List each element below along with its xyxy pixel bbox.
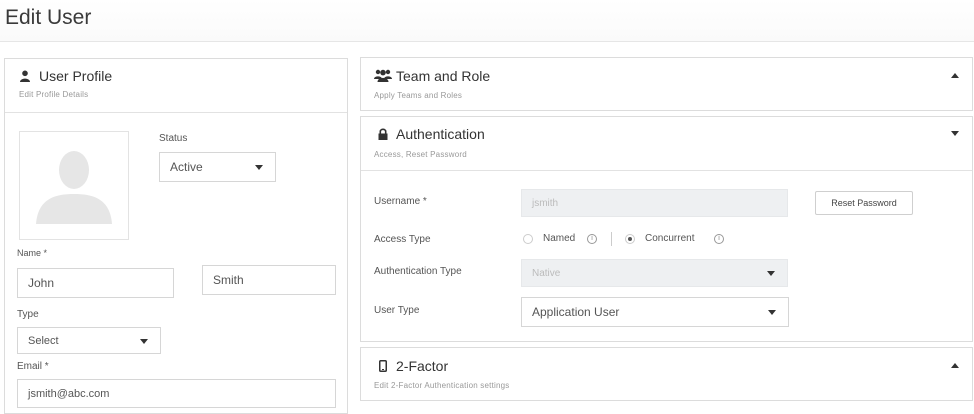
chevron-down-icon xyxy=(140,338,148,344)
name-label: Name * xyxy=(17,248,48,258)
auth-type-select[interactable]: Native xyxy=(521,259,788,287)
last-name-value: Smith xyxy=(213,273,244,287)
access-type-label: Access Type xyxy=(374,234,431,245)
access-named-label: Named xyxy=(543,233,576,244)
chevron-down-icon[interactable] xyxy=(951,131,959,136)
chevron-up-icon[interactable] xyxy=(951,363,959,368)
email-label: Email * xyxy=(17,361,49,372)
users-icon xyxy=(374,69,392,82)
team-role-subtitle: Apply Teams and Roles xyxy=(374,91,463,100)
type-value: Select xyxy=(28,334,59,347)
user-profile-subtitle: Edit Profile Details xyxy=(19,90,89,99)
auth-type-value: Native xyxy=(532,267,561,279)
mobile-icon xyxy=(379,359,387,372)
page-title: Edit User xyxy=(5,6,92,29)
user-profile-header: User Profile Edit Profile Details xyxy=(5,59,347,113)
last-name-field[interactable]: Smith xyxy=(202,265,336,295)
team-role-panel[interactable]: Team and Role Apply Teams and Roles xyxy=(360,57,973,111)
chevron-up-icon[interactable] xyxy=(951,73,959,78)
type-label: Type xyxy=(17,309,39,320)
email-field[interactable]: jsmith@abc.com xyxy=(17,379,336,408)
username-placeholder: jsmith xyxy=(532,197,559,209)
user-profile-panel: User Profile Edit Profile Details Status… xyxy=(4,58,348,414)
page-header: Edit User xyxy=(0,0,974,42)
user-icon xyxy=(19,69,31,82)
info-icon: i xyxy=(587,234,597,244)
first-name-field[interactable]: John xyxy=(17,268,174,298)
chevron-down-icon xyxy=(768,310,776,315)
username-label: Username * xyxy=(374,196,427,207)
user-profile-title: User Profile xyxy=(39,68,113,84)
authentication-title: Authentication xyxy=(396,126,485,142)
authentication-subtitle: Access, Reset Password xyxy=(374,150,467,159)
divider xyxy=(611,232,612,246)
two-factor-panel[interactable]: 2-Factor Edit 2-Factor Authentication se… xyxy=(360,347,973,401)
email-value: jsmith@abc.com xyxy=(28,387,110,400)
username-field[interactable]: jsmith xyxy=(521,189,788,217)
access-concurrent-label: Concurrent xyxy=(645,233,695,244)
auth-type-label: Authentication Type xyxy=(374,266,462,277)
type-select[interactable]: Select xyxy=(17,327,161,354)
lock-icon xyxy=(378,127,388,140)
chevron-down-icon xyxy=(767,271,775,276)
avatar[interactable] xyxy=(19,131,129,240)
authentication-panel: Authentication Access, Reset Password Us… xyxy=(360,116,973,342)
reset-password-button[interactable]: Reset Password xyxy=(815,191,913,215)
user-type-label: User Type xyxy=(374,305,420,316)
two-factor-title: 2-Factor xyxy=(396,358,449,374)
user-type-value: Application User xyxy=(532,305,620,319)
team-role-title: Team and Role xyxy=(396,68,491,84)
avatar-placeholder-icon xyxy=(36,151,112,224)
status-label: Status xyxy=(159,133,188,144)
authentication-header[interactable]: Authentication Access, Reset Password xyxy=(361,117,972,171)
first-name-value: John xyxy=(28,276,55,290)
info-icon: i xyxy=(714,234,724,244)
access-concurrent-radio[interactable] xyxy=(625,234,635,244)
access-named-radio[interactable] xyxy=(523,234,533,244)
status-value: Active xyxy=(170,160,203,174)
status-select[interactable]: Active xyxy=(159,152,276,182)
two-factor-subtitle: Edit 2-Factor Authentication settings xyxy=(374,381,510,390)
chevron-down-icon xyxy=(255,165,263,170)
user-type-select[interactable]: Application User xyxy=(521,297,789,327)
